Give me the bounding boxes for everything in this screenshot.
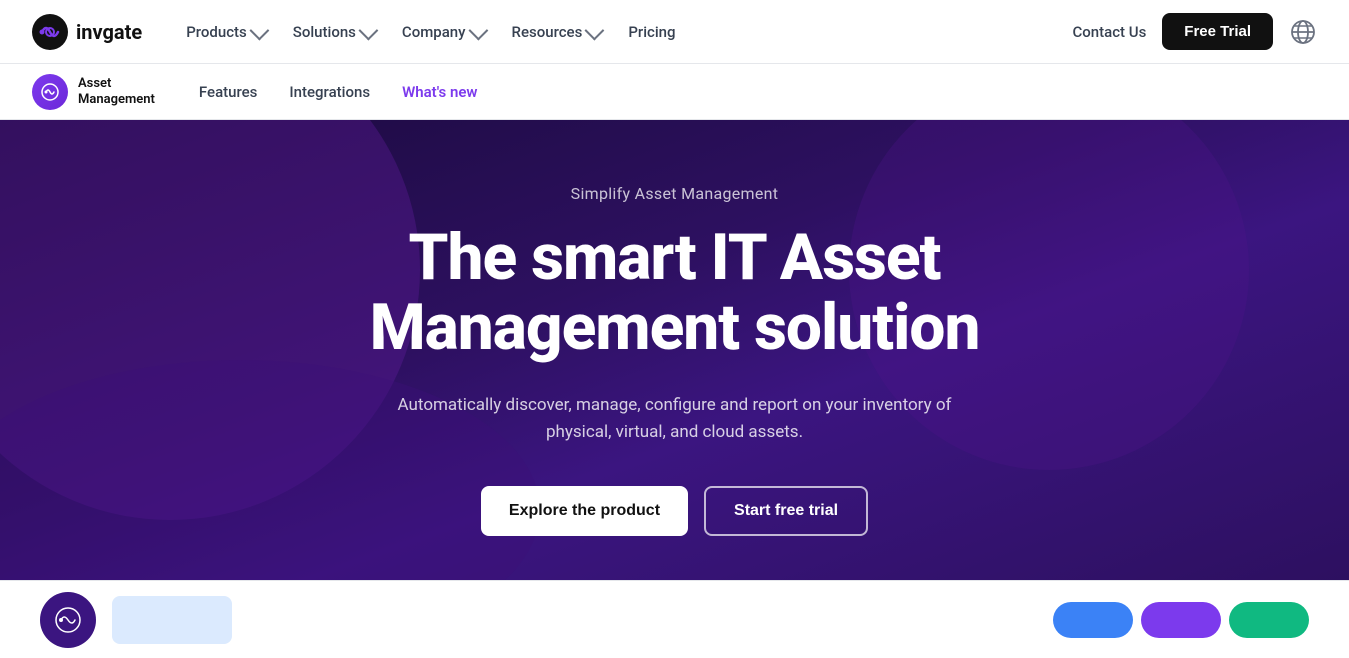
sub-nav-whats-new[interactable]: What's new bbox=[390, 77, 489, 107]
product-icon bbox=[32, 74, 68, 110]
chevron-down-icon bbox=[249, 20, 269, 40]
nav-links: Products Solutions Company Resources Pri… bbox=[174, 15, 687, 49]
bottom-strip bbox=[0, 580, 1349, 658]
nav-products[interactable]: Products bbox=[174, 15, 277, 49]
chevron-down-icon bbox=[358, 20, 378, 40]
sub-nav: AssetManagement Features Integrations Wh… bbox=[0, 64, 1349, 120]
globe-icon[interactable] bbox=[1289, 18, 1317, 46]
product-name-text: AssetManagement bbox=[78, 76, 155, 107]
hero-section: Simplify Asset Management The smart IT A… bbox=[0, 120, 1349, 580]
nav-right: Contact Us Free Trial bbox=[1072, 13, 1317, 50]
free-trial-button[interactable]: Free Trial bbox=[1162, 13, 1273, 50]
logo-text: invgate bbox=[76, 20, 142, 44]
top-nav: invgate Products Solutions Company Resou… bbox=[0, 0, 1349, 64]
hero-buttons: Explore the product Start free trial bbox=[365, 486, 985, 536]
bottom-pill-green bbox=[1229, 602, 1309, 638]
start-free-trial-button[interactable]: Start free trial bbox=[704, 486, 868, 536]
bottom-logo-circle bbox=[40, 592, 96, 648]
nav-pricing[interactable]: Pricing bbox=[616, 15, 687, 49]
hero-content: Simplify Asset Management The smart IT A… bbox=[365, 184, 985, 536]
hero-title: The smart IT AssetManagement solution bbox=[365, 223, 985, 364]
logo-icon bbox=[32, 14, 68, 50]
hero-description: Automatically discover, manage, configur… bbox=[365, 392, 985, 446]
bottom-right-buttons bbox=[1053, 602, 1309, 638]
asset-management-icon bbox=[40, 82, 60, 102]
chevron-down-icon bbox=[468, 20, 488, 40]
nav-solutions[interactable]: Solutions bbox=[281, 15, 386, 49]
sub-nav-integrations[interactable]: Integrations bbox=[277, 77, 382, 107]
nav-resources[interactable]: Resources bbox=[500, 15, 613, 49]
product-name: AssetManagement bbox=[78, 76, 155, 107]
sub-nav-features[interactable]: Features bbox=[187, 77, 269, 107]
contact-us-link[interactable]: Contact Us bbox=[1072, 23, 1146, 41]
hero-subtitle: Simplify Asset Management bbox=[365, 184, 985, 203]
bottom-pill-purple bbox=[1141, 602, 1221, 638]
nav-company[interactable]: Company bbox=[390, 15, 496, 49]
chevron-down-icon bbox=[585, 20, 605, 40]
logo[interactable]: invgate bbox=[32, 14, 142, 50]
bottom-logo-icon bbox=[54, 606, 82, 634]
bottom-pill-blue bbox=[1053, 602, 1133, 638]
bottom-card-1 bbox=[112, 596, 232, 644]
explore-product-button[interactable]: Explore the product bbox=[481, 486, 688, 536]
product-identity: AssetManagement bbox=[32, 74, 155, 110]
nav-left: invgate Products Solutions Company Resou… bbox=[32, 14, 688, 50]
sub-nav-links: Features Integrations What's new bbox=[187, 77, 490, 107]
